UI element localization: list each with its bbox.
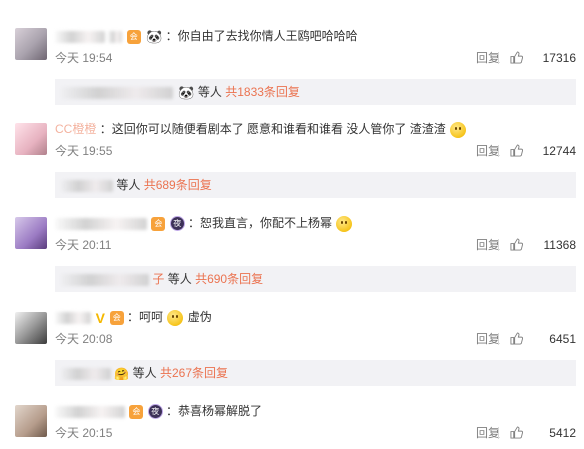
vip-badge-icon[interactable]: 会 — [129, 404, 144, 419]
comment-time: 今天 20:11 — [55, 238, 112, 252]
reply-summary[interactable]: 子 等人 共690条回复 — [55, 266, 576, 292]
like-count: 17316 — [542, 51, 576, 65]
vip-badge-icon[interactable]: 会 — [109, 310, 124, 325]
reply-summary-suffix: 等人 — [167, 272, 192, 286]
smile-emoji-icon — [167, 309, 184, 326]
smile-emoji-icon — [336, 215, 353, 232]
reply-button[interactable]: 回复 — [476, 237, 500, 253]
divider — [498, 427, 499, 439]
more-replies-link[interactable]: 共690条回复 — [195, 272, 263, 286]
more-replies-link[interactable]: 共267条回复 — [160, 366, 228, 380]
reply-summary-suffix: 等人 — [197, 85, 222, 99]
comment-time: 今天 19:54 — [55, 51, 113, 65]
comment-time: 今天 20:15 — [55, 426, 113, 440]
reply-user-blurred[interactable] — [61, 86, 173, 99]
reply-button[interactable]: 回复 — [476, 50, 500, 66]
comment-text: ：恕我直言，你配不上杨幂 — [188, 216, 333, 230]
thumb-up-icon — [510, 238, 523, 251]
comment-text-part2: 虚伪 — [187, 310, 212, 324]
reply-summary[interactable]: 🐼 等人 共1833条回复 — [55, 79, 576, 105]
vip-badge-icon[interactable]: 会 — [126, 29, 141, 44]
username-blurred[interactable] — [55, 311, 91, 324]
reply-button[interactable]: 回复 — [476, 143, 500, 159]
verified-v-icon: V — [95, 309, 106, 326]
comment-body: 会 夜 ：恭喜杨幂解脱了 — [55, 401, 262, 421]
comment-meta: 今天 19:55 回复 12744 — [55, 143, 576, 159]
comment-body: CC橙橙 ：这回你可以随便看剧本了 愿意和谁看和谁看 没人管你了 渣渣渣 — [55, 119, 467, 139]
thumb-up-icon — [510, 144, 523, 157]
divider — [498, 333, 499, 345]
like-count: 11368 — [543, 238, 576, 252]
more-replies-link[interactable]: 共689条回复 — [144, 178, 212, 192]
reply-user-blurred[interactable] — [61, 179, 113, 192]
reply-summary-suffix: 等人 — [132, 366, 157, 380]
comment-text-part1: ：呵呵 — [127, 310, 164, 324]
avatar[interactable] — [15, 405, 47, 437]
username-blurred[interactable] — [55, 217, 147, 230]
comment-text: ：恭喜杨幂解脱了 — [166, 404, 263, 418]
username-blurred[interactable] — [55, 30, 105, 43]
reply-user-name-tail[interactable]: 子 — [152, 272, 164, 286]
thumb-up-icon — [510, 51, 523, 64]
reply-button[interactable]: 回复 — [476, 331, 500, 347]
reply-user-blurred[interactable] — [61, 273, 149, 286]
vip-badge-icon[interactable]: 会 — [151, 216, 166, 231]
like-count: 6451 — [549, 332, 576, 346]
comment-time: 今天 19:55 — [55, 144, 113, 158]
comment-text: ：你自由了去找你情人王鸥吧哈哈哈 — [165, 29, 358, 43]
like-count: 5412 — [549, 426, 576, 440]
divider — [498, 145, 499, 157]
reply-user-blurred[interactable] — [61, 367, 111, 380]
emoji-icon: 🤗 — [114, 366, 130, 381]
reply-summary[interactable]: 等人 共689条回复 — [55, 172, 576, 198]
comment-meta: 今天 20:15 回复 5412 — [55, 425, 576, 441]
divider — [498, 239, 499, 251]
laugh-emoji-icon — [450, 121, 467, 138]
username-blurred[interactable] — [55, 405, 125, 418]
divider — [498, 52, 499, 64]
comment-meta: 今天 19:54 回复 17316 — [55, 50, 576, 66]
comment-text: ：这回你可以随便看剧本了 愿意和谁看和谁看 没人管你了 渣渣渣 — [99, 122, 446, 136]
avatar[interactable] — [15, 123, 47, 155]
ye-badge-icon[interactable]: 夜 — [147, 404, 163, 420]
username[interactable]: CC橙橙 — [55, 119, 96, 139]
reply-summary-suffix: 等人 — [116, 178, 141, 192]
avatar[interactable] — [15, 28, 47, 60]
comment-meta: 今天 20:11 回复 11368 — [55, 237, 576, 253]
comment-body: 会 🐼 ：你自由了去找你情人王鸥吧哈哈哈 — [55, 26, 358, 46]
avatar[interactable] — [15, 217, 47, 249]
comment-body: V 会 ：呵呵 虚伪 — [55, 307, 212, 327]
comment-body: 会 夜 ：恕我直言，你配不上杨幂 — [55, 213, 353, 233]
thumb-up-icon — [510, 332, 523, 345]
username-blurred-tail[interactable] — [108, 30, 123, 43]
panda-emoji-icon: 🐼 — [178, 84, 195, 100]
reply-summary[interactable]: 🤗 等人 共267条回复 — [55, 360, 576, 386]
comment-time: 今天 20:08 — [55, 332, 113, 346]
ye-badge-icon[interactable]: 夜 — [169, 216, 185, 232]
like-count: 12744 — [542, 144, 576, 158]
panda-emoji-icon: 🐼 — [146, 28, 163, 44]
avatar[interactable] — [15, 312, 47, 344]
thumb-up-icon — [510, 426, 523, 439]
reply-button[interactable]: 回复 — [476, 425, 500, 441]
comment-meta: 今天 20:08 回复 6451 — [55, 331, 576, 347]
more-replies-link[interactable]: 共1833条回复 — [225, 85, 300, 99]
